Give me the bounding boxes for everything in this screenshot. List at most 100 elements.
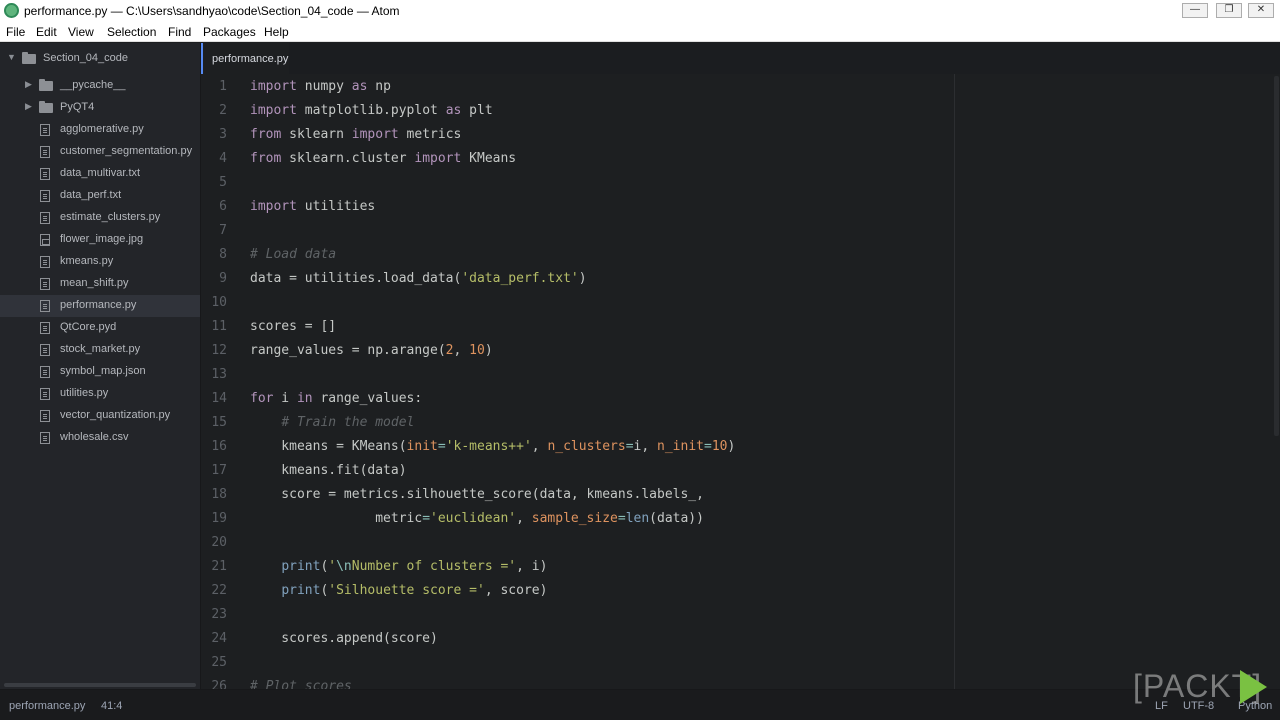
code-line[interactable]: 4 from sklearn.cluster import KMeans (201, 146, 1271, 170)
tree-file-item[interactable]: estimate_clusters.py (0, 207, 200, 229)
code-line[interactable]: 19 metric='euclidean', sample_size=len(d… (201, 506, 1271, 530)
tree-file-label: flower_image.jpg (60, 233, 144, 245)
code-text: for i in range_values: (250, 391, 423, 406)
tree-file-label: data_multivar.txt (60, 167, 141, 179)
file-text-icon (40, 366, 50, 378)
code-line[interactable]: 13 (201, 362, 1271, 386)
line-number: 11 (211, 319, 227, 334)
code-text: scores.append(score) (250, 631, 438, 646)
code-line[interactable]: 1 import numpy as np (201, 74, 1271, 98)
code-text: import numpy as np (250, 79, 391, 94)
tree-file-item[interactable]: agglomerative.py (0, 119, 200, 141)
code-line[interactable]: 14 for i in range_values: (201, 386, 1271, 410)
code-line[interactable]: 10 (201, 290, 1271, 314)
tree-file-item[interactable]: symbol_map.json (0, 361, 200, 383)
code-text: print('Silhouette score =', score) (281, 583, 548, 598)
code-line[interactable]: 7 (201, 218, 1271, 242)
code-line[interactable]: 20 (201, 530, 1271, 554)
chevron-right-icon: ▶ (25, 79, 32, 89)
tree-root-label: Section_04_code (43, 52, 129, 64)
status-file-path[interactable]: performance.py (9, 700, 85, 712)
tree-root-folder[interactable]: ▼ Section_04_code (0, 48, 200, 70)
code-line[interactable]: 12 range_values = np.arange(2, 10) (201, 338, 1271, 362)
code-editor[interactable]: 1 import numpy as np 2 import matplotlib.py… (201, 74, 1280, 689)
minimize-button[interactable]: — (1182, 3, 1208, 18)
code-line[interactable]: 17 kmeans.fit(data) (201, 458, 1271, 482)
tree-folder-label: __pycache__ (60, 79, 126, 91)
code-text: scores = [] (250, 319, 337, 334)
tree-file-item[interactable]: kmeans.py (0, 251, 200, 273)
code-text: from sklearn.cluster import KMeans (250, 151, 517, 166)
code-line[interactable]: 21 print('\nNumber of clusters =', i) (201, 554, 1271, 578)
code-text: import utilities (250, 199, 376, 214)
line-number: 20 (211, 535, 227, 550)
tree-file-item[interactable]: QtCore.pyd (0, 317, 200, 339)
code-line[interactable]: 22 print('Silhouette score =', score) (201, 578, 1271, 602)
tree-file-item[interactable]: performance.py (0, 295, 200, 317)
menu-packages[interactable]: Packages (203, 25, 256, 39)
code-line[interactable]: 18 score = metrics.silhouette_score(data… (201, 482, 1271, 506)
tree-file-item[interactable]: customer_segmentation.py (0, 141, 200, 163)
code-line[interactable]: 5 (201, 170, 1271, 194)
file-text-icon (40, 146, 50, 158)
tab-performance-py[interactable]: performance.py (201, 43, 289, 74)
tree-file-label: symbol_map.json (60, 365, 146, 377)
play-icon (1240, 670, 1267, 704)
maximize-button[interactable]: ❐ (1216, 3, 1242, 18)
code-text: range_values = np.arange(2, 10) (250, 343, 493, 358)
file-text-icon (40, 256, 50, 268)
folder-icon (39, 79, 53, 91)
editor-vertical-scrollbar[interactable] (1274, 76, 1279, 436)
menu-help[interactable]: Help (264, 25, 289, 39)
tree-file-label: wholesale.csv (60, 431, 129, 443)
line-number: 9 (219, 271, 227, 286)
code-line[interactable]: 11 scores = [] (201, 314, 1271, 338)
tree-file-item[interactable]: data_perf.txt (0, 185, 200, 207)
tree-folder-pyqt4[interactable]: ▶ PyQT4 (0, 97, 200, 119)
tree-file-item[interactable]: flower_image.jpg (0, 229, 200, 251)
line-number: 2 (219, 103, 227, 118)
tab-label: performance.py (212, 53, 289, 65)
tree-file-item[interactable]: stock_market.py (0, 339, 200, 361)
repo-icon (22, 52, 36, 64)
menu-selection[interactable]: Selection (107, 25, 156, 39)
menu-view[interactable]: View (68, 25, 94, 39)
tree-file-item[interactable]: wholesale.csv (0, 427, 200, 449)
status-cursor-position[interactable]: 41:4 (101, 700, 122, 712)
code-line[interactable]: 16 kmeans = KMeans(init='k-means++', n_c… (201, 434, 1271, 458)
menu-find[interactable]: Find (168, 25, 191, 39)
code-line[interactable]: 23 (201, 602, 1271, 626)
tree-horizontal-scrollbar[interactable] (4, 683, 196, 687)
tree-folder-pycache[interactable]: ▶ __pycache__ (0, 75, 200, 97)
code-line[interactable]: 26 # Plot scores (201, 674, 1271, 689)
line-number: 4 (219, 151, 227, 166)
code-line[interactable]: 15 # Train the model (201, 410, 1271, 434)
file-text-icon (40, 344, 50, 356)
code-line[interactable]: 2 import matplotlib.pyplot as plt (201, 98, 1271, 122)
code-line[interactable]: 3 from sklearn import metrics (201, 122, 1271, 146)
menu-file[interactable]: File (6, 25, 25, 39)
tree-file-item[interactable]: vector_quantization.py (0, 405, 200, 427)
code-text: kmeans.fit(data) (250, 463, 407, 478)
close-button[interactable]: ✕ (1248, 3, 1274, 18)
code-line[interactable]: 6 import utilities (201, 194, 1271, 218)
code-line[interactable]: 8 # Load data (201, 242, 1271, 266)
file-text-icon (40, 190, 50, 202)
tree-file-label: data_perf.txt (60, 189, 122, 201)
line-number: 21 (211, 559, 227, 574)
tree-view: ▼ Section_04_code ▶ __pycache__ ▶ PyQT4 … (0, 43, 201, 689)
tree-file-label: vector_quantization.py (60, 409, 171, 421)
code-line[interactable]: 24 scores.append(score) (201, 626, 1271, 650)
code-line[interactable]: 25 (201, 650, 1271, 674)
line-number: 26 (211, 679, 227, 689)
code-line[interactable]: 9 data = utilities.load_data('data_perf.t… (201, 266, 1271, 290)
tree-file-item[interactable]: mean_shift.py (0, 273, 200, 295)
tree-file-item[interactable]: utilities.py (0, 383, 200, 405)
menu-edit[interactable]: Edit (36, 25, 57, 39)
tree-file-item[interactable]: data_multivar.txt (0, 163, 200, 185)
line-number: 16 (211, 439, 227, 454)
tree-file-label: kmeans.py (60, 255, 114, 267)
line-number: 25 (211, 655, 227, 670)
tree-file-label: stock_market.py (60, 343, 141, 355)
chevron-down-icon: ▼ (7, 52, 16, 62)
